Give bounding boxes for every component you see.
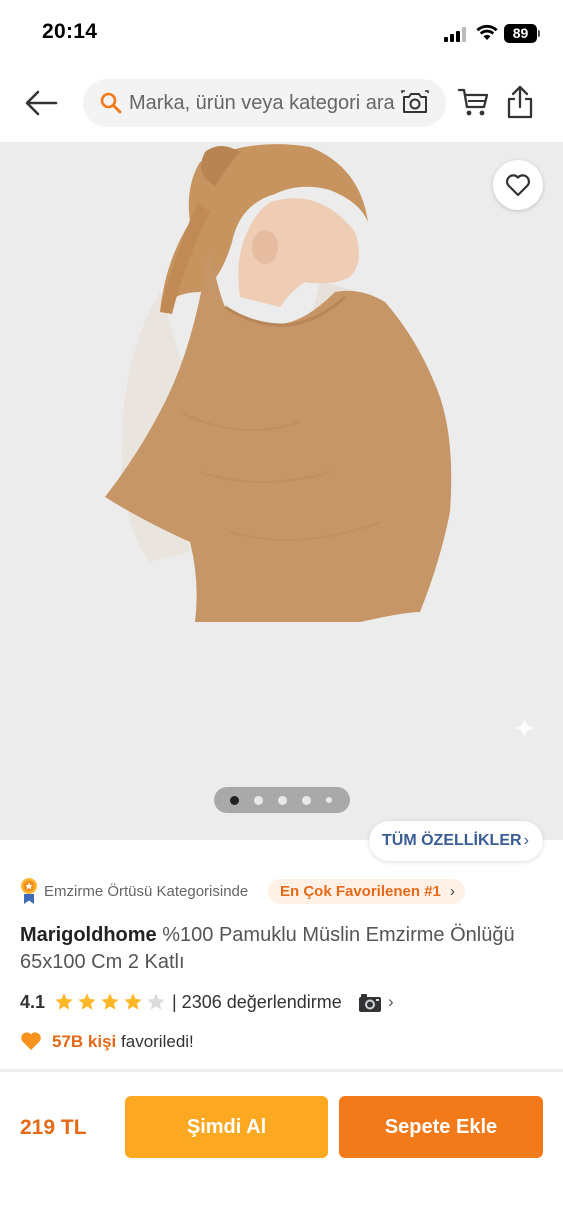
rating-row[interactable]: 4.1 | 2306 değerlendirme › (20, 990, 550, 1016)
cart-icon[interactable] (457, 87, 491, 119)
star-filled-icon (78, 993, 96, 1010)
product-title: Marigoldhome %100 Pamuklu Müslin Emzirme… (20, 922, 550, 976)
battery-tip (538, 30, 540, 37)
star-filled-icon (101, 993, 119, 1010)
award-icon (21, 878, 37, 904)
product-image-gallery[interactable]: ✦ (0, 142, 563, 840)
favorites-label: favoriledi! (121, 1032, 194, 1051)
pagination-dot[interactable] (278, 796, 287, 805)
camera-photo-icon (359, 994, 381, 1012)
chevron-right-icon: › (388, 992, 394, 1011)
pagination-dot[interactable] (302, 796, 311, 805)
top-header: Marka, ürün veya kategori ara (0, 68, 563, 142)
search-placeholder: Marka, ürün veya kategori ara (129, 92, 395, 114)
all-features-label: TÜM ÖZELLİKLER (382, 832, 522, 849)
star-filled-icon (55, 993, 73, 1010)
heart-outline-icon (505, 174, 531, 197)
product-brand[interactable]: Marigoldhome (20, 924, 157, 946)
chevron-right-icon: › (523, 832, 529, 849)
category-ranking: Emzirme Örtüsü Kategorisinde En Çok Favo… (20, 877, 550, 905)
star-filled-icon (124, 993, 142, 1010)
rating-count: | 2306 değerlendirme (172, 992, 342, 1012)
cellular-signal-icon (444, 27, 468, 42)
pagination-dot[interactable] (326, 797, 332, 803)
image-pagination-dots[interactable] (214, 787, 350, 813)
wifi-icon (476, 24, 498, 40)
status-bar: 20:14 89 (0, 0, 563, 68)
share-icon[interactable] (505, 85, 535, 119)
favorites-text: 57B kişi favoriledi! (52, 1032, 194, 1052)
orange-heart-icon (21, 1032, 41, 1050)
battery-level: 89 (504, 24, 537, 43)
rating-stars (54, 992, 169, 1012)
star-empty-icon (147, 993, 165, 1010)
favorites-count: 57B (52, 1032, 84, 1051)
favorite-button[interactable] (493, 160, 543, 210)
sparkle-icon: ✦ (512, 713, 538, 746)
pagination-dot[interactable] (254, 796, 263, 805)
status-time: 20:14 (42, 20, 98, 43)
chevron-right-icon: › (449, 883, 455, 900)
rating-value: 4.1 (20, 992, 46, 1012)
ranking-badge-label: En Çok Favorilenen #1 (280, 883, 441, 900)
ranking-badge[interactable]: En Çok Favorilenen #1 › (268, 879, 465, 904)
all-features-button[interactable]: TÜM ÖZELLİKLER › (369, 821, 543, 861)
favorites-row: 57B kişi favoriledi! (20, 1029, 550, 1055)
bottom-action-bar: 219 TL Şimdi Al Sepete Ekle (0, 1072, 563, 1218)
favorites-unit: kişi (87, 1032, 117, 1051)
pagination-dot-active[interactable] (230, 796, 239, 805)
search-icon (100, 92, 122, 114)
add-to-cart-button[interactable]: Sepete Ekle (339, 1096, 543, 1158)
buy-now-button[interactable]: Şimdi Al (125, 1096, 328, 1158)
camera-icon[interactable] (401, 90, 429, 116)
product-price: 219 TL (20, 1116, 87, 1139)
ranking-category-text: Emzirme Örtüsü Kategorisinde (44, 883, 249, 900)
back-arrow-icon[interactable] (22, 86, 60, 120)
search-input[interactable]: Marka, ürün veya kategori ara (83, 79, 446, 127)
product-photo (0, 142, 563, 762)
